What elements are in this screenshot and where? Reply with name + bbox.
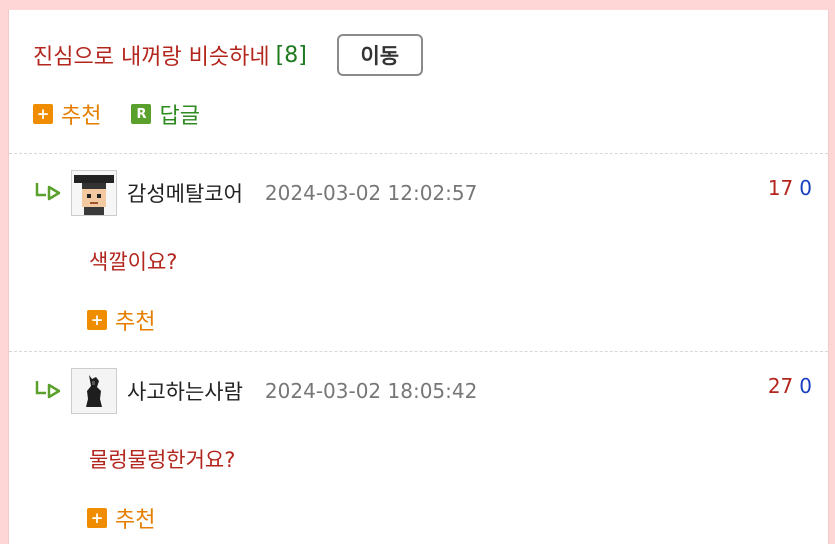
comment-item: 사고하는사람 2024-03-02 18:05:42 27 0 물렁물렁한거요? … — [9, 352, 828, 542]
avatar[interactable] — [71, 368, 117, 414]
comment-date: 2024-03-02 12:02:57 — [264, 181, 478, 205]
comment-recommend-button[interactable]: + 추천 — [87, 304, 155, 336]
comment-author[interactable]: 사고하는사람 — [127, 376, 243, 406]
comment-recommend-button[interactable]: + 추천 — [87, 502, 155, 534]
recommend-label: 추천 — [61, 104, 102, 129]
pixel-character-avatar-icon — [72, 171, 116, 215]
vote-counts: 17 0 — [768, 176, 812, 200]
comment-author[interactable]: 감성메탈코어 — [127, 178, 243, 208]
post-header: 진심으로 내꺼랑 비슷하네 [8] 이동 — [33, 34, 423, 76]
recommend-button[interactable]: + 추천 — [33, 98, 101, 130]
reply-label: 답글 — [159, 104, 200, 129]
comment-count: [8] — [275, 42, 307, 68]
comment-date: 2024-03-02 18:05:42 — [264, 379, 478, 403]
comment-panel: 진심으로 내꺼랑 비슷하네 [8] 이동 + 추천 R 답글 감성메탈코어 20… — [8, 10, 829, 544]
reply-icon: R — [131, 104, 152, 124]
comment-header: 감성메탈코어 2024-03-02 12:02:57 — [33, 170, 477, 216]
comment-text: 물렁물렁한거요? — [89, 448, 236, 472]
dark-figure-avatar-icon — [72, 369, 116, 413]
plus-icon: + — [87, 310, 107, 330]
comment-item: 감성메탈코어 2024-03-02 12:02:57 17 0 색깔이요? + 추… — [9, 154, 828, 344]
vote-counts: 27 0 — [768, 374, 812, 398]
comment-header: 사고하는사람 2024-03-02 18:05:42 — [33, 368, 477, 414]
post-actions: + 추천 R 답글 — [33, 98, 230, 130]
plus-icon: + — [33, 104, 53, 124]
post-title[interactable]: 진심으로 내꺼랑 비슷하네 — [33, 39, 270, 71]
plus-icon: + — [87, 508, 107, 528]
move-button[interactable]: 이동 — [336, 34, 423, 76]
downvote-count: 0 — [799, 374, 812, 398]
reply-button[interactable]: R 답글 — [131, 98, 200, 130]
reply-arrow-icon — [35, 381, 61, 399]
downvote-count: 0 — [799, 176, 812, 200]
reply-arrow-icon — [35, 183, 61, 201]
recommend-label: 추천 — [115, 508, 156, 533]
upvote-count: 17 — [767, 176, 794, 200]
upvote-count: 27 — [767, 374, 794, 398]
recommend-label: 추천 — [115, 310, 156, 335]
comment-text: 색깔이요? — [89, 250, 178, 274]
avatar[interactable] — [71, 170, 117, 216]
